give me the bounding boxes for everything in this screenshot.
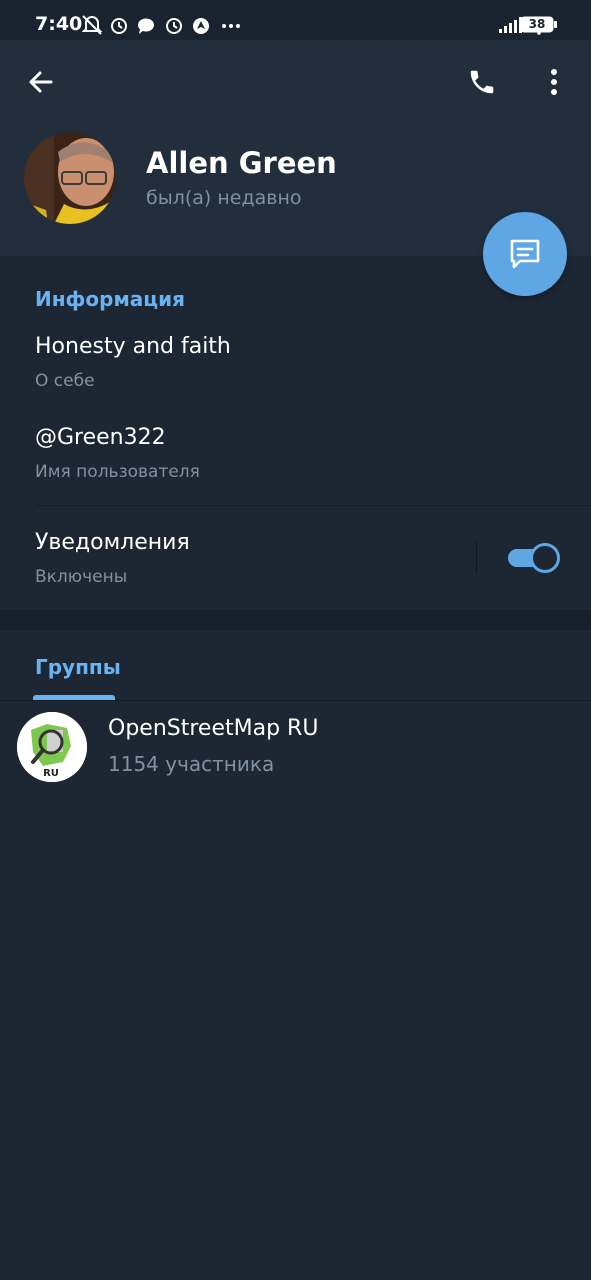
status-time: 7:40 [35, 13, 83, 35]
signal-icon [499, 17, 522, 33]
profile-screen: 7:40 38 Allen Green был(а) недавно Инфор… [0, 0, 591, 1280]
more-menu-button[interactable] [530, 58, 578, 106]
group-members: 1154 участника [108, 752, 275, 776]
phone-icon [470, 70, 494, 94]
group-avatar: RU [17, 712, 87, 782]
location-icon [193, 18, 209, 34]
status-bar: 7:40 38 [0, 0, 591, 40]
back-button[interactable] [17, 58, 65, 106]
bio-value: Honesty and faith [35, 334, 231, 359]
group-name: OpenStreetMap RU [108, 716, 319, 741]
message-bubble-icon [138, 18, 154, 34]
status-notification-icons [81, 14, 242, 36]
toggle-knob [530, 543, 560, 573]
groups-section: Группы RU OpenStreetMap RU 1154 участник… [0, 630, 591, 1280]
username-value: @Green322 [35, 425, 166, 450]
more-vertical-icon [551, 69, 557, 95]
last-seen-status: был(а) недавно [146, 187, 302, 209]
bio-label: О себе [35, 371, 95, 391]
vertical-divider [476, 540, 477, 574]
info-section-title: Информация [35, 287, 185, 311]
more-dots-icon [222, 24, 240, 28]
message-icon [510, 239, 540, 269]
divider [35, 505, 591, 506]
notifications-label: Уведомления [35, 530, 190, 555]
alarm-icon-2 [166, 18, 182, 34]
notifications-toggle[interactable] [508, 543, 560, 573]
notifications-status: Включены [35, 567, 128, 587]
arrow-left-icon [29, 71, 53, 93]
call-button[interactable] [458, 58, 506, 106]
tab-underline [0, 700, 591, 701]
section-gap [0, 610, 591, 630]
avatar[interactable] [24, 132, 116, 224]
tab-groups[interactable]: Группы [35, 655, 121, 679]
send-message-button[interactable] [483, 212, 567, 296]
profile-name: Allen Green [146, 146, 337, 180]
battery-icon: 38 [520, 16, 557, 33]
group-avatar-badge: RU [43, 768, 59, 779]
battery-level: 38 [528, 17, 546, 31]
alarm-icon [111, 18, 127, 34]
muted-bell-icon [81, 15, 103, 35]
info-section: Информация Honesty and faith О себе @Gre… [0, 256, 591, 610]
username-label: Имя пользователя [35, 462, 200, 482]
